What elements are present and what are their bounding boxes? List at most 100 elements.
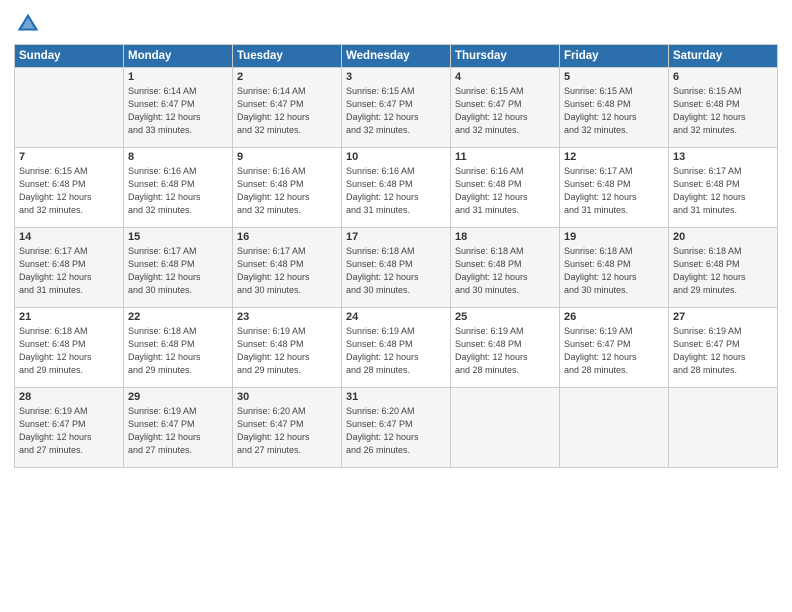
day-detail: Sunrise: 6:18 AMSunset: 6:48 PMDaylight:…: [455, 245, 555, 297]
calendar-cell: [560, 388, 669, 468]
day-number: 16: [237, 231, 337, 243]
calendar-cell: 9 Sunrise: 6:16 AMSunset: 6:48 PMDaylight…: [233, 148, 342, 228]
calendar-cell: 8 Sunrise: 6:16 AMSunset: 6:48 PMDaylight…: [124, 148, 233, 228]
calendar-cell: 10 Sunrise: 6:16 AMSunset: 6:48 PMDayligh…: [342, 148, 451, 228]
day-detail: Sunrise: 6:16 AMSunset: 6:48 PMDaylight:…: [128, 165, 228, 217]
day-detail: Sunrise: 6:16 AMSunset: 6:48 PMDaylight:…: [237, 165, 337, 217]
day-number: 13: [673, 151, 773, 163]
calendar-cell: 2 Sunrise: 6:14 AMSunset: 6:47 PMDaylight…: [233, 68, 342, 148]
day-detail: Sunrise: 6:17 AMSunset: 6:48 PMDaylight:…: [673, 165, 773, 217]
day-detail: Sunrise: 6:20 AMSunset: 6:47 PMDaylight:…: [346, 405, 446, 457]
calendar-cell: 13 Sunrise: 6:17 AMSunset: 6:48 PMDayligh…: [669, 148, 778, 228]
calendar-week: 1 Sunrise: 6:14 AMSunset: 6:47 PMDaylight…: [15, 68, 778, 148]
main-container: SundayMondayTuesdayWednesdayThursdayFrid…: [0, 0, 792, 476]
day-number: 1: [128, 71, 228, 83]
calendar-cell: 14 Sunrise: 6:17 AMSunset: 6:48 PMDayligh…: [15, 228, 124, 308]
header-day: Thursday: [451, 45, 560, 68]
day-number: 14: [19, 231, 119, 243]
day-detail: Sunrise: 6:14 AMSunset: 6:47 PMDaylight:…: [237, 85, 337, 137]
day-detail: Sunrise: 6:19 AMSunset: 6:48 PMDaylight:…: [237, 325, 337, 377]
calendar-cell: 5Sunrise: 6:15 AMSunset: 6:48 PMDaylight…: [560, 68, 669, 148]
day-detail: Sunrise: 6:15 AMSunset: 6:47 PMDaylight:…: [346, 85, 446, 137]
day-number: 21: [19, 311, 119, 323]
calendar-cell: 3 Sunrise: 6:15 AMSunset: 6:47 PMDaylight…: [342, 68, 451, 148]
day-detail: Sunrise: 6:18 AMSunset: 6:48 PMDaylight:…: [128, 325, 228, 377]
day-number: 15: [128, 231, 228, 243]
day-number: 3: [346, 71, 446, 83]
day-detail: Sunrise: 6:16 AMSunset: 6:48 PMDaylight:…: [346, 165, 446, 217]
calendar-week: 28 Sunrise: 6:19 AMSunset: 6:47 PMDayligh…: [15, 388, 778, 468]
day-detail: Sunrise: 6:15 AMSunset: 6:48 PMDaylight:…: [19, 165, 119, 217]
day-number: 22: [128, 311, 228, 323]
day-detail: Sunrise: 6:19 AMSunset: 6:48 PMDaylight:…: [346, 325, 446, 377]
calendar-cell: 29 Sunrise: 6:19 AMSunset: 6:47 PMDayligh…: [124, 388, 233, 468]
day-detail: Sunrise: 6:18 AMSunset: 6:48 PMDaylight:…: [19, 325, 119, 377]
header-day: Tuesday: [233, 45, 342, 68]
day-detail: Sunrise: 6:15 AMSunset: 6:48 PMDaylight:…: [673, 85, 773, 137]
calendar-cell: 20 Sunrise: 6:18 AMSunset: 6:48 PMDayligh…: [669, 228, 778, 308]
day-detail: Sunrise: 6:19 AMSunset: 6:47 PMDaylight:…: [128, 405, 228, 457]
day-detail: Sunrise: 6:17 AMSunset: 6:48 PMDaylight:…: [19, 245, 119, 297]
calendar-cell: 15Sunrise: 6:17 AMSunset: 6:48 PMDayligh…: [124, 228, 233, 308]
calendar-cell: 23Sunrise: 6:19 AMSunset: 6:48 PMDayligh…: [233, 308, 342, 388]
header-day: Friday: [560, 45, 669, 68]
day-detail: Sunrise: 6:18 AMSunset: 6:48 PMDaylight:…: [673, 245, 773, 297]
day-number: 10: [346, 151, 446, 163]
calendar-cell: 24 Sunrise: 6:19 AMSunset: 6:48 PMDayligh…: [342, 308, 451, 388]
logo: [14, 10, 46, 38]
header-day: Wednesday: [342, 45, 451, 68]
day-number: 9: [237, 151, 337, 163]
header-day: Monday: [124, 45, 233, 68]
day-number: 27: [673, 311, 773, 323]
calendar-week: 14 Sunrise: 6:17 AMSunset: 6:48 PMDayligh…: [15, 228, 778, 308]
day-number: 31: [346, 391, 446, 403]
calendar-week: 21 Sunrise: 6:18 AMSunset: 6:48 PMDayligh…: [15, 308, 778, 388]
day-number: 19: [564, 231, 664, 243]
day-detail: Sunrise: 6:19 AMSunset: 6:47 PMDaylight:…: [19, 405, 119, 457]
calendar-week: 7Sunrise: 6:15 AMSunset: 6:48 PMDaylight…: [15, 148, 778, 228]
day-detail: Sunrise: 6:19 AMSunset: 6:48 PMDaylight:…: [455, 325, 555, 377]
day-number: 2: [237, 71, 337, 83]
calendar-cell: 28 Sunrise: 6:19 AMSunset: 6:47 PMDayligh…: [15, 388, 124, 468]
day-number: 18: [455, 231, 555, 243]
header: [14, 10, 778, 38]
calendar-body: 1 Sunrise: 6:14 AMSunset: 6:47 PMDaylight…: [15, 68, 778, 468]
day-detail: Sunrise: 6:18 AMSunset: 6:48 PMDaylight:…: [346, 245, 446, 297]
day-number: 8: [128, 151, 228, 163]
day-detail: Sunrise: 6:16 AMSunset: 6:48 PMDaylight:…: [455, 165, 555, 217]
calendar-cell: 11 Sunrise: 6:16 AMSunset: 6:48 PMDayligh…: [451, 148, 560, 228]
day-detail: Sunrise: 6:19 AMSunset: 6:47 PMDaylight:…: [564, 325, 664, 377]
logo-icon: [14, 10, 42, 38]
day-detail: Sunrise: 6:18 AMSunset: 6:48 PMDaylight:…: [564, 245, 664, 297]
day-number: 20: [673, 231, 773, 243]
day-number: 5: [564, 71, 664, 83]
calendar-cell: 7Sunrise: 6:15 AMSunset: 6:48 PMDaylight…: [15, 148, 124, 228]
calendar-cell: [15, 68, 124, 148]
calendar-cell: 1 Sunrise: 6:14 AMSunset: 6:47 PMDaylight…: [124, 68, 233, 148]
calendar-cell: 4Sunrise: 6:15 AMSunset: 6:47 PMDaylight…: [451, 68, 560, 148]
day-number: 29: [128, 391, 228, 403]
header-day: Saturday: [669, 45, 778, 68]
calendar-cell: 6Sunrise: 6:15 AMSunset: 6:48 PMDaylight…: [669, 68, 778, 148]
day-number: 25: [455, 311, 555, 323]
calendar-cell: 17 Sunrise: 6:18 AMSunset: 6:48 PMDayligh…: [342, 228, 451, 308]
day-detail: Sunrise: 6:19 AMSunset: 6:47 PMDaylight:…: [673, 325, 773, 377]
calendar-table: SundayMondayTuesdayWednesdayThursdayFrid…: [14, 44, 778, 468]
day-number: 24: [346, 311, 446, 323]
day-number: 11: [455, 151, 555, 163]
calendar-cell: 19 Sunrise: 6:18 AMSunset: 6:48 PMDayligh…: [560, 228, 669, 308]
header-day: Sunday: [15, 45, 124, 68]
calendar-cell: 21 Sunrise: 6:18 AMSunset: 6:48 PMDayligh…: [15, 308, 124, 388]
calendar-cell: 16 Sunrise: 6:17 AMSunset: 6:48 PMDayligh…: [233, 228, 342, 308]
day-detail: Sunrise: 6:14 AMSunset: 6:47 PMDaylight:…: [128, 85, 228, 137]
day-number: 28: [19, 391, 119, 403]
day-detail: Sunrise: 6:17 AMSunset: 6:48 PMDaylight:…: [237, 245, 337, 297]
calendar-cell: 18 Sunrise: 6:18 AMSunset: 6:48 PMDayligh…: [451, 228, 560, 308]
calendar-cell: 30Sunrise: 6:20 AMSunset: 6:47 PMDayligh…: [233, 388, 342, 468]
calendar-cell: 31 Sunrise: 6:20 AMSunset: 6:47 PMDayligh…: [342, 388, 451, 468]
calendar-cell: 22 Sunrise: 6:18 AMSunset: 6:48 PMDayligh…: [124, 308, 233, 388]
day-detail: Sunrise: 6:15 AMSunset: 6:47 PMDaylight:…: [455, 85, 555, 137]
calendar-cell: 25 Sunrise: 6:19 AMSunset: 6:48 PMDayligh…: [451, 308, 560, 388]
day-number: 17: [346, 231, 446, 243]
calendar-cell: [669, 388, 778, 468]
